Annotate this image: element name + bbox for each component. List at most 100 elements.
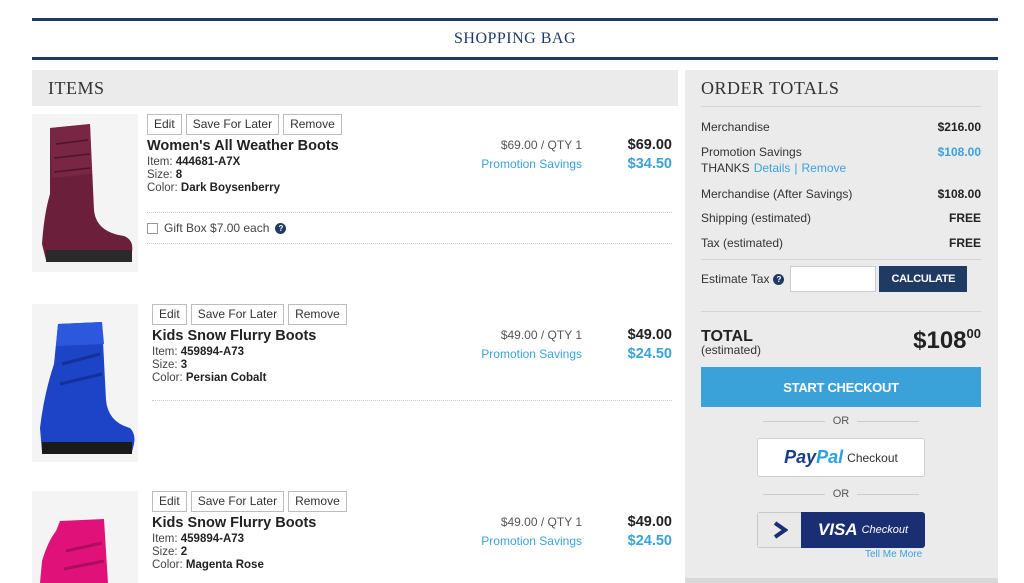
- page-title: SHOPPING BAG: [453, 30, 577, 47]
- save-for-later-button[interactable]: Save For Later: [185, 114, 280, 135]
- paypal-logo: PayPal: [784, 447, 843, 468]
- question-circle-icon[interactable]: ?: [773, 273, 785, 285]
- item-label: Item:: [152, 346, 178, 358]
- shipping-value: FREE: [948, 211, 981, 225]
- start-checkout-button[interactable]: START CHECKOUT: [701, 367, 981, 407]
- item-label: Item:: [147, 156, 173, 168]
- line-total: $49.00: [627, 327, 672, 343]
- estimate-tax-row: Estimate Tax ? CALCULATE: [701, 266, 968, 292]
- after-savings-row: Merchandise (After Savings) $108.00: [701, 187, 981, 201]
- gift-box-option[interactable]: Gift Box $7.00 each ?: [147, 221, 287, 235]
- tax-label: Tax (estimated): [701, 236, 784, 250]
- or-divider: OR: [701, 488, 981, 500]
- product-name[interactable]: Women's All Weather Boots: [147, 138, 339, 154]
- unit-price: $49.00 / QTY 1: [500, 328, 582, 342]
- promo-separator: |: [794, 161, 798, 175]
- calculate-button[interactable]: CALCULATE: [879, 266, 968, 292]
- edit-button[interactable]: Edit: [152, 304, 187, 325]
- item-number: 444681-A7X: [175, 156, 241, 168]
- paypal-checkout-button[interactable]: PayPal Checkout: [757, 438, 925, 477]
- total-subtitle: (estimated): [701, 343, 762, 357]
- line-savings: $24.50: [627, 346, 672, 362]
- color-label: Color:: [147, 182, 178, 194]
- tax-row: Tax (estimated) FREE: [701, 236, 981, 250]
- size-label: Size:: [152, 546, 178, 558]
- cart-item-3: Edit Save For Later Remove Kids Snow Flu…: [32, 491, 678, 583]
- edit-button[interactable]: Edit: [152, 491, 187, 512]
- zip-input[interactable]: [790, 266, 877, 292]
- item-actions: Edit Save For Later Remove: [152, 491, 347, 512]
- merchandise-value: $216.00: [937, 120, 981, 134]
- item-color: Magenta Rose: [185, 559, 264, 571]
- line-savings: $34.50: [627, 156, 672, 172]
- product-image[interactable]: [32, 114, 138, 272]
- chevron-right-icon: [757, 512, 801, 548]
- paypal-word-1: Pay: [784, 447, 817, 467]
- product-meta: Item: 459894-A73 Size: 3 Color: Persian …: [152, 346, 266, 385]
- visa-logo: VISA Checkout: [801, 512, 925, 548]
- promotion-savings-link[interactable]: Promotion Savings: [481, 534, 582, 548]
- promo-remove-link[interactable]: Remove: [802, 161, 847, 175]
- estimate-tax-label: Estimate Tax: [701, 272, 770, 286]
- size-label: Size:: [147, 169, 173, 181]
- item-number: 459894-A73: [180, 346, 245, 358]
- visa-word: VISA: [817, 520, 858, 539]
- item-label: Item:: [152, 533, 178, 545]
- tell-me-more-link[interactable]: Tell Me More: [865, 549, 922, 560]
- shipping-row: Shipping (estimated) FREE: [701, 211, 981, 225]
- line-total: $49.00: [627, 514, 672, 530]
- product-image[interactable]: [32, 491, 138, 583]
- product-name[interactable]: Kids Snow Flurry Boots: [152, 328, 316, 344]
- divider: [147, 243, 672, 244]
- divider: [147, 212, 672, 213]
- order-totals-header: ORDER TOTALS: [685, 70, 998, 106]
- total-cents: 00: [966, 326, 981, 341]
- save-for-later-button[interactable]: Save For Later: [190, 304, 285, 325]
- promotion-savings-value: $108.00: [937, 145, 981, 159]
- remove-button[interactable]: Remove: [288, 491, 347, 512]
- product-meta: Item: 444681-A7X Size: 8 Color: Dark Boy…: [147, 156, 280, 195]
- items-title: ITEMS: [48, 77, 105, 98]
- merchandise-label: Merchandise: [701, 120, 770, 134]
- paypal-word-2: Pal: [816, 447, 844, 467]
- merchandise-row: Merchandise $216.00: [701, 120, 981, 134]
- color-label: Color:: [152, 559, 183, 571]
- question-circle-icon[interactable]: ?: [275, 222, 287, 234]
- shopping-bag-header: SHOPPING BAG: [32, 18, 998, 60]
- remove-button[interactable]: Remove: [288, 304, 347, 325]
- promotion-savings-link[interactable]: Promotion Savings: [481, 157, 582, 171]
- item-actions: Edit Save For Later Remove: [152, 304, 347, 325]
- total-amount: $10800: [913, 326, 981, 355]
- save-for-later-button[interactable]: Save For Later: [190, 491, 285, 512]
- gift-box-label: Gift Box $7.00 each: [164, 221, 270, 235]
- unit-price: $49.00 / QTY 1: [500, 515, 582, 529]
- remove-button[interactable]: Remove: [283, 114, 342, 135]
- after-savings-label: Merchandise (After Savings): [701, 187, 853, 201]
- item-color: Dark Boysenberry: [180, 182, 280, 194]
- promotion-savings-link[interactable]: Promotion Savings: [481, 347, 582, 361]
- product-image[interactable]: [32, 304, 138, 462]
- promo-code: THANKS: [701, 161, 750, 175]
- product-name[interactable]: Kids Snow Flurry Boots: [152, 515, 316, 531]
- promotion-savings-row: Promotion Savings $108.00: [701, 145, 981, 159]
- divider: [701, 259, 981, 260]
- product-meta: Item: 459894-A73 Size: 2 Color: Magenta …: [152, 533, 264, 572]
- order-totals-title: ORDER TOTALS: [701, 77, 840, 98]
- panel-bottom-edge: [685, 578, 998, 583]
- gift-box-checkbox[interactable]: [147, 222, 158, 234]
- cart-item-1: Edit Save For Later Remove Women's All W…: [32, 114, 678, 274]
- item-size: 8: [175, 169, 183, 181]
- paypal-checkout-label: Checkout: [847, 450, 898, 465]
- cart-item-2: Edit Save For Later Remove Kids Snow Flu…: [32, 304, 678, 464]
- divider: [701, 311, 981, 312]
- order-totals-body: Merchandise $216.00 Promotion Savings $1…: [685, 106, 998, 583]
- promo-details-link[interactable]: Details: [754, 161, 791, 175]
- edit-button[interactable]: Edit: [147, 114, 182, 135]
- divider: [152, 400, 672, 401]
- shipping-label: Shipping (estimated): [701, 211, 812, 225]
- or-divider: OR: [701, 415, 981, 427]
- visa-checkout-button[interactable]: VISA Checkout: [757, 512, 925, 548]
- item-actions: Edit Save For Later Remove: [147, 114, 342, 135]
- after-savings-value: $108.00: [937, 187, 981, 201]
- line-total: $69.00: [627, 137, 672, 153]
